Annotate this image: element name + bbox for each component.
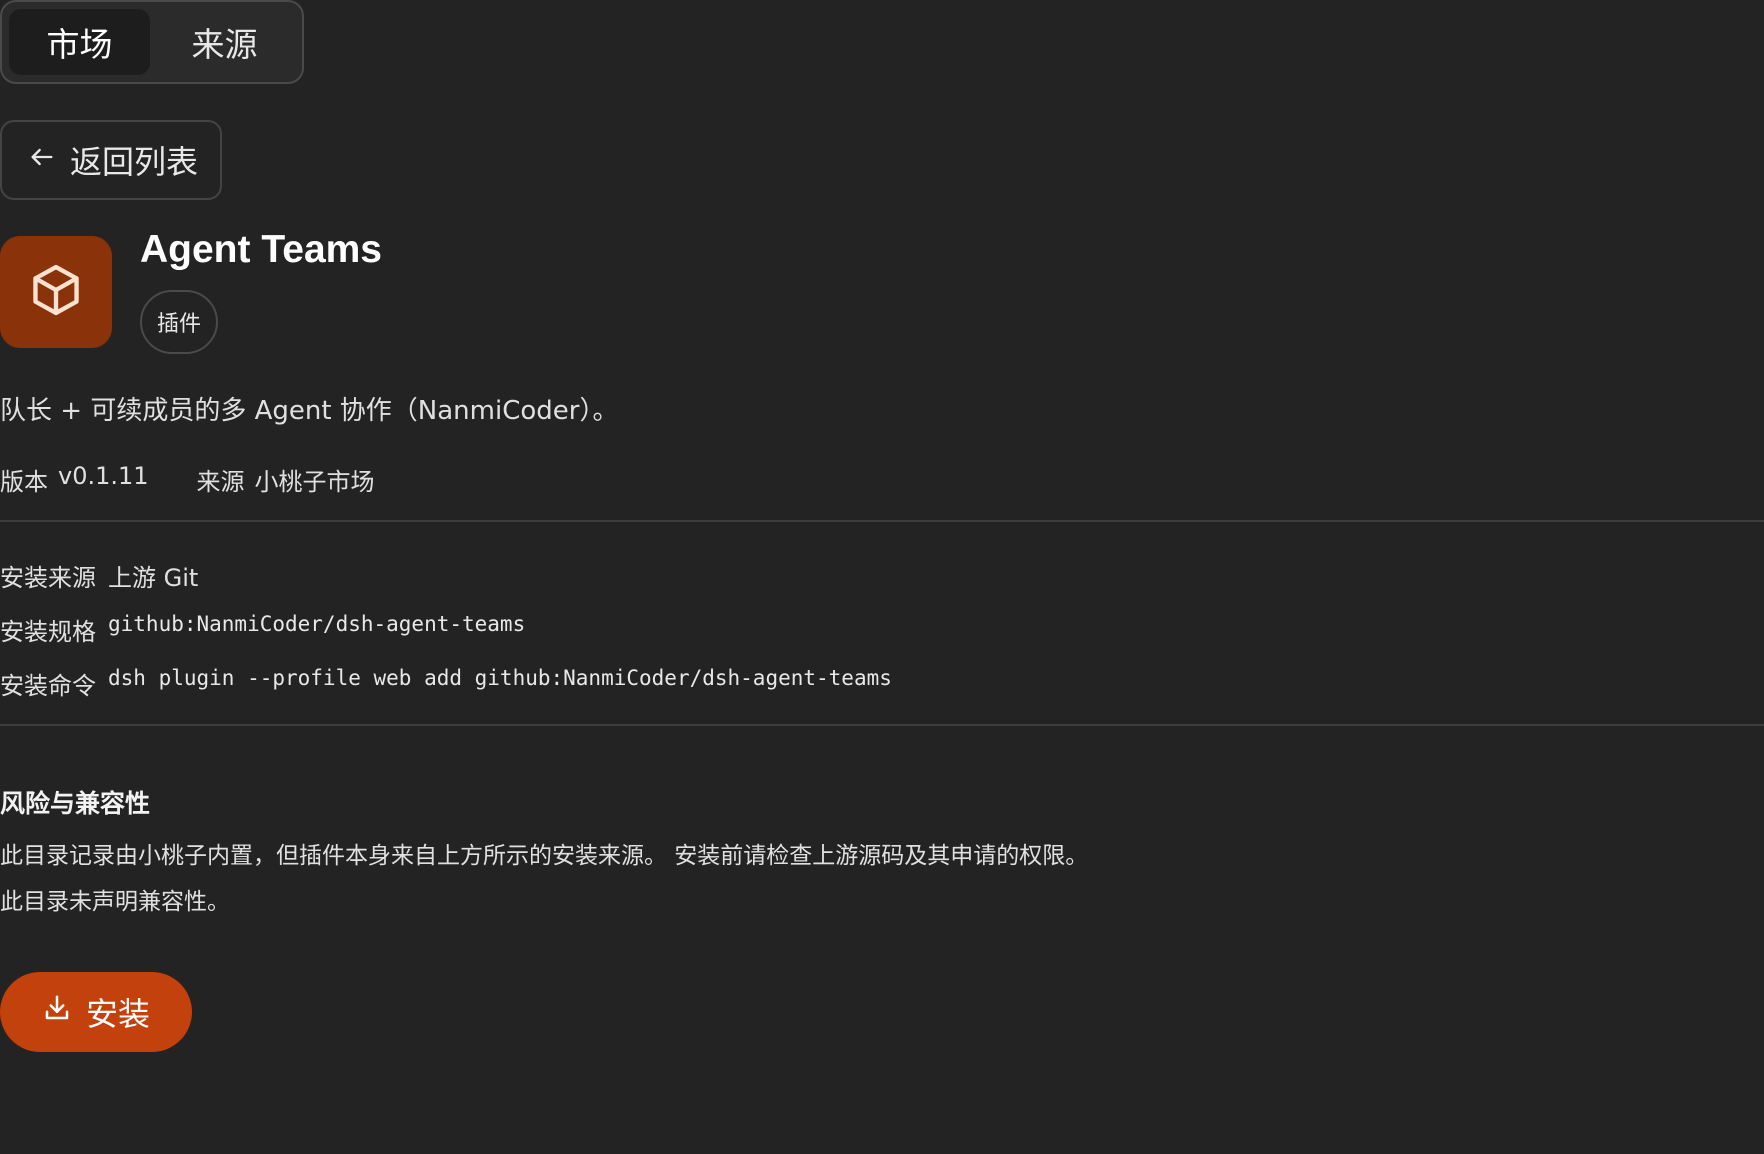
tab-market[interactable]: 市场 (9, 9, 150, 75)
install-command-row: 安装命令 dsh plugin --profile web add github… (0, 666, 892, 701)
install-button-label: 安装 (85, 995, 150, 1033)
install-command-value: dsh plugin --profile web add github:Nanm… (108, 666, 892, 690)
compatibility-notice: 此目录未声明兼容性。 (0, 889, 230, 915)
risk-notice: 此目录记录由小桃子内置，但插件本身来自上方所示的安装来源。 安装前请检查上游源码… (0, 843, 1089, 869)
divider (0, 724, 1764, 726)
risk-section-title: 风险与兼容性 (0, 789, 151, 818)
plugin-description: 队长 + 可续成员的多 Agent 协作（NanmiCoder）。 (0, 396, 619, 426)
install-spec-value: github:NanmiCoder/dsh-agent-teams (108, 612, 526, 636)
install-button[interactable]: 安装 (0, 972, 192, 1052)
divider (0, 520, 1764, 522)
plugin-name: Agent Teams (140, 228, 382, 271)
plugin-detail-page: 市场 来源 返回列表 Agent Teams 插件 队长 + 可续成员的多 Ag… (0, 0, 1764, 1154)
box-icon (27, 261, 85, 323)
tab-sources[interactable]: 来源 (154, 9, 295, 75)
version-info: 版本 v0.1.11 (0, 462, 149, 497)
install-spec-row: 安装规格 github:NanmiCoder/dsh-agent-teams (0, 612, 525, 647)
plugin-icon (0, 236, 112, 348)
install-command-label: 安装命令 (0, 672, 96, 700)
back-button-label: 返回列表 (70, 143, 199, 181)
version-value: v0.1.11 (58, 462, 149, 490)
source-label: 来源 (196, 468, 245, 496)
plugin-type-badge: 插件 (140, 290, 218, 354)
back-to-list-button[interactable]: 返回列表 (0, 120, 222, 200)
plugin-meta: 版本 v0.1.11 来源 小桃子市场 (0, 462, 375, 497)
version-label: 版本 (0, 468, 48, 496)
install-spec-label: 安装规格 (0, 618, 96, 646)
source-info: 来源 小桃子市场 (197, 462, 375, 497)
install-source-row: 安装来源 上游 Git (0, 558, 198, 593)
install-source-label: 安装来源 (0, 564, 96, 592)
view-tabs: 市场 来源 (0, 0, 304, 84)
arrow-left-icon (28, 141, 56, 179)
install-source-value: 上游 Git (108, 564, 199, 592)
source-value: 小桃子市场 (254, 468, 375, 496)
download-icon (42, 993, 72, 1031)
